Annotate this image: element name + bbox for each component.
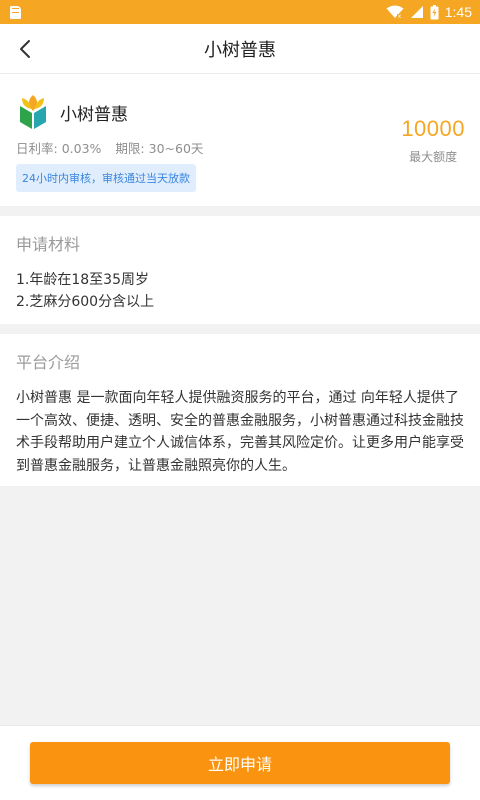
intro-title: 平台介绍 <box>16 353 81 372</box>
page-title: 小树普惠 <box>204 39 276 61</box>
status-bar: x 1:45 <box>0 0 480 24</box>
intro-line: 一个高效、便捷、透明、安全的普惠金融服务，小树普惠通过科技金融技 <box>16 412 464 429</box>
status-time: 1:45 <box>444 4 472 20</box>
signal-icon <box>410 6 423 18</box>
max-amount-label: 最大额度 <box>409 150 458 164</box>
product-header: 小树普惠 <box>16 94 464 130</box>
daily-rate: 日利率: 0.03% <box>16 141 102 156</box>
sd-card-icon <box>10 5 21 19</box>
bottom-bar: 立即申请 <box>0 725 480 800</box>
materials-title: 申请材料 <box>16 235 81 254</box>
product-card: 小树普惠 日利率: 0.03% 期限: 30~60天 24小时内审核，审核通过当… <box>0 74 480 206</box>
material-item: 1.年龄在18至35周岁 <box>16 272 149 288</box>
leaf-logo-icon <box>20 95 46 129</box>
intro-line: 到普惠金融服务，让普惠金融照亮你的人生。 <box>16 457 296 474</box>
back-button[interactable] <box>10 34 40 64</box>
nav-bar: 小树普惠 <box>0 24 480 74</box>
wifi-icon: x <box>386 5 404 19</box>
max-amount-box: 10000 最大额度 <box>401 116 465 165</box>
review-tag: 24小时内审核，审核通过当天放款 <box>16 164 196 192</box>
status-right: x 1:45 <box>386 4 472 20</box>
battery-icon <box>430 4 439 19</box>
chevron-left-icon <box>20 40 30 58</box>
intro-line: 小树普惠 是一款面向年轻人提供融资服务的平台，通过 向年轻人提供了 <box>16 390 459 406</box>
materials-section: 申请材料 1.年龄在18至35周岁 2.芝麻分600分含以上 <box>0 216 480 324</box>
status-left <box>10 5 21 19</box>
loan-term: 期限: 30~60天 <box>115 141 204 156</box>
apply-button[interactable]: 立即申请 <box>30 742 450 784</box>
max-amount: 10000 <box>401 116 465 141</box>
intro-text: 小树普惠 是一款面向年轻人提供融资服务的平台，通过 向年轻人提供了 一个高效、便… <box>16 387 464 477</box>
materials-list: 1.年龄在18至35周岁 2.芝麻分600分含以上 <box>16 269 464 313</box>
intro-line: 术手段帮助用户建立个人诚信体系，完善其风险定价。让更多用户能享受 <box>16 435 464 451</box>
material-item: 2.芝麻分600分含以上 <box>16 294 155 310</box>
product-meta: 日利率: 0.03% 期限: 30~60天 <box>16 138 464 157</box>
intro-section: 平台介绍 小树普惠 是一款面向年轻人提供融资服务的平台，通过 向年轻人提供了 一… <box>0 334 480 486</box>
product-name: 小树普惠 <box>60 104 128 125</box>
svg-text:x: x <box>398 14 401 19</box>
